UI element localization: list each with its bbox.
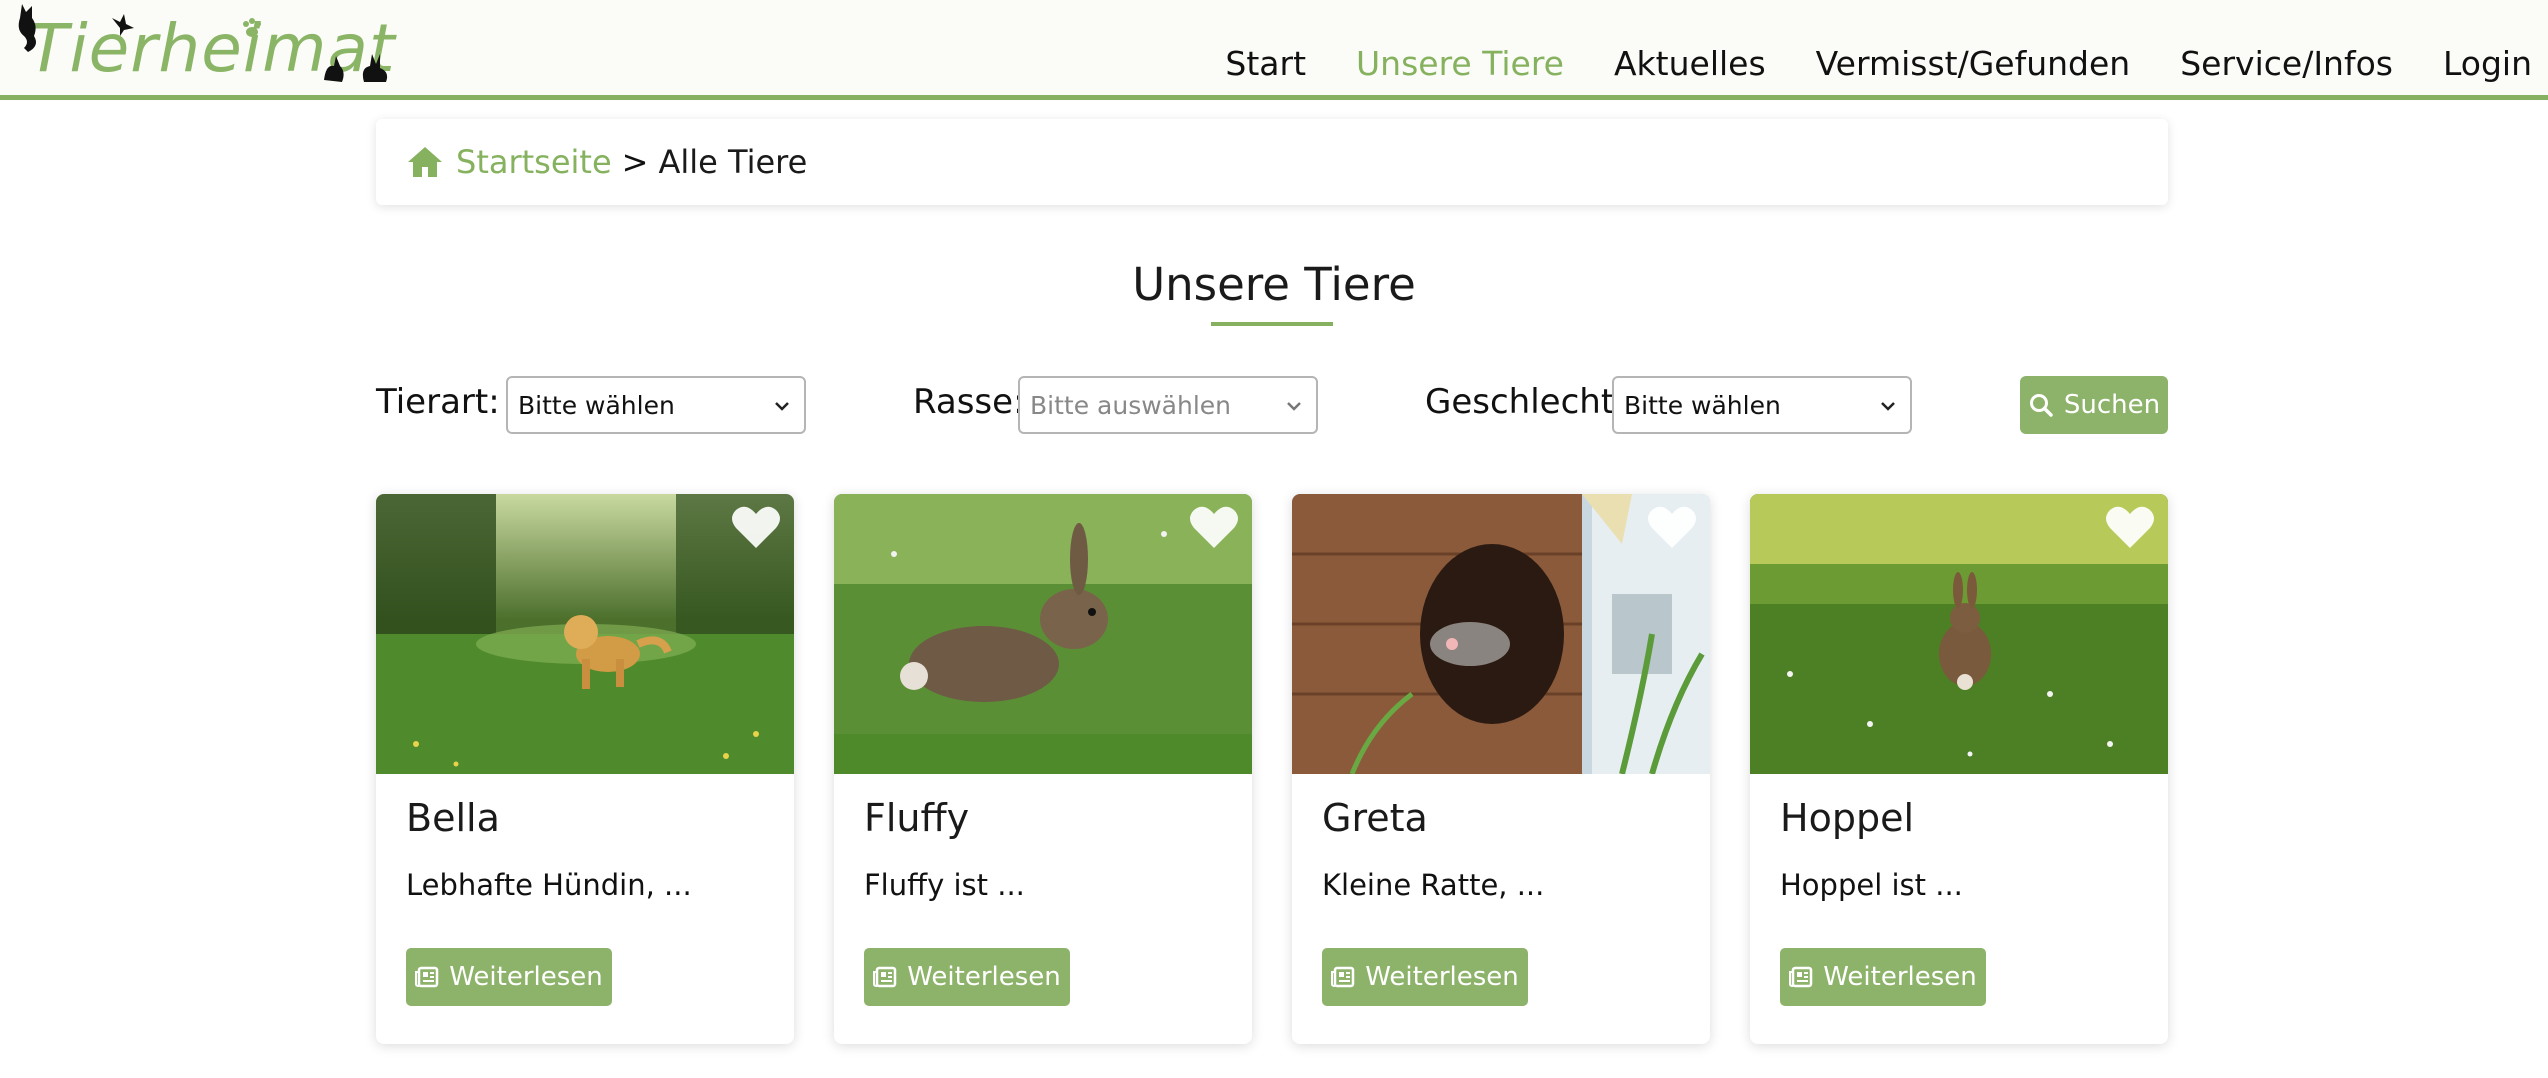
animal-card-bella[interactable]: Bella Lebhafte Hündin, ... Weiterlesen: [376, 494, 794, 1044]
nav-vermisst-gefunden[interactable]: Vermisst/Gefunden: [1816, 44, 2131, 83]
tierart-select[interactable]: Bitte wählen: [506, 376, 806, 434]
search-icon: [2029, 394, 2053, 417]
title-underline: [1211, 322, 1333, 326]
animal-description: Fluffy ist ...: [864, 868, 1025, 902]
favorite-heart-icon[interactable]: [730, 504, 782, 552]
nav-unsere-tiere[interactable]: Unsere Tiere: [1356, 44, 1564, 83]
rasse-select-value: Bitte auswählen: [1030, 390, 1232, 420]
animal-description: Kleine Ratte, ...: [1322, 868, 1545, 902]
geschlecht-label: Geschlecht:: [1425, 382, 1626, 422]
read-more-button[interactable]: Weiterlesen: [1322, 948, 1528, 1006]
breadcrumb: Startseite > Alle Tiere: [376, 119, 2168, 205]
rasse-label: Rasse:: [913, 382, 1025, 422]
read-more-label: Weiterlesen: [907, 962, 1061, 992]
site-header: Tierheimat Start Unsere Tiere Aktuelles …: [0, 0, 2548, 100]
animal-card-greta[interactable]: Greta Kleine Ratte, ... Weiterlesen: [1292, 494, 1710, 1044]
nav-start[interactable]: Start: [1225, 44, 1306, 83]
chevron-down-icon: [1881, 402, 1895, 411]
geschlecht-select-value: Bitte wählen: [1624, 390, 1781, 420]
read-more-label: Weiterlesen: [1365, 962, 1519, 992]
nav-login[interactable]: Login: [2443, 44, 2532, 83]
breadcrumb-current: Alle Tiere: [658, 143, 808, 181]
newspaper-icon: [415, 966, 439, 988]
page-title: Unsere Tiere: [1132, 258, 1416, 311]
read-more-button[interactable]: Weiterlesen: [406, 948, 612, 1006]
animal-card-hoppel[interactable]: Hoppel Hoppel ist ... Weiterlesen: [1750, 494, 2168, 1044]
animal-silhouettes-icon: [324, 54, 388, 82]
search-button[interactable]: Suchen: [2020, 376, 2168, 434]
chevron-down-icon: [775, 402, 789, 411]
animal-card-fluffy[interactable]: Fluffy Fluffy ist ... Weiterlesen: [834, 494, 1252, 1044]
main-nav: Start Unsere Tiere Aktuelles Vermisst/Ge…: [1225, 44, 2532, 83]
breadcrumb-separator: >: [621, 143, 649, 181]
chevron-down-icon: [1287, 402, 1301, 411]
favorite-heart-icon[interactable]: [2104, 504, 2156, 552]
paw-icon: [243, 18, 261, 37]
nav-aktuelles[interactable]: Aktuelles: [1614, 44, 1766, 83]
tierart-select-value: Bitte wählen: [518, 390, 675, 420]
breadcrumb-home-link[interactable]: Startseite: [456, 143, 612, 181]
animal-name: Fluffy: [864, 796, 970, 840]
home-icon[interactable]: [406, 145, 444, 179]
bird-silhouette-icon: [112, 14, 134, 36]
newspaper-icon: [1789, 966, 1813, 988]
read-more-button[interactable]: Weiterlesen: [1780, 948, 1986, 1006]
favorite-heart-icon[interactable]: [1188, 504, 1240, 552]
read-more-label: Weiterlesen: [449, 962, 603, 992]
newspaper-icon: [873, 966, 897, 988]
animal-name: Bella: [406, 796, 500, 840]
search-button-label: Suchen: [2063, 390, 2161, 420]
cat-silhouette-icon: [18, 4, 36, 52]
read-more-label: Weiterlesen: [1823, 962, 1977, 992]
rasse-select[interactable]: Bitte auswählen: [1018, 376, 1318, 434]
read-more-button[interactable]: Weiterlesen: [864, 948, 1070, 1006]
animal-name: Greta: [1322, 796, 1428, 840]
logo[interactable]: Tierheimat: [18, 2, 398, 94]
newspaper-icon: [1331, 966, 1355, 988]
animal-description: Hoppel ist ...: [1780, 868, 1963, 902]
nav-service-infos[interactable]: Service/Infos: [2180, 44, 2393, 83]
animal-description: Lebhafte Hündin, ...: [406, 868, 692, 902]
favorite-heart-icon[interactable]: [1646, 504, 1698, 552]
tierart-label: Tierart:: [376, 382, 500, 422]
geschlecht-select[interactable]: Bitte wählen: [1612, 376, 1912, 434]
animal-name: Hoppel: [1780, 796, 1915, 840]
